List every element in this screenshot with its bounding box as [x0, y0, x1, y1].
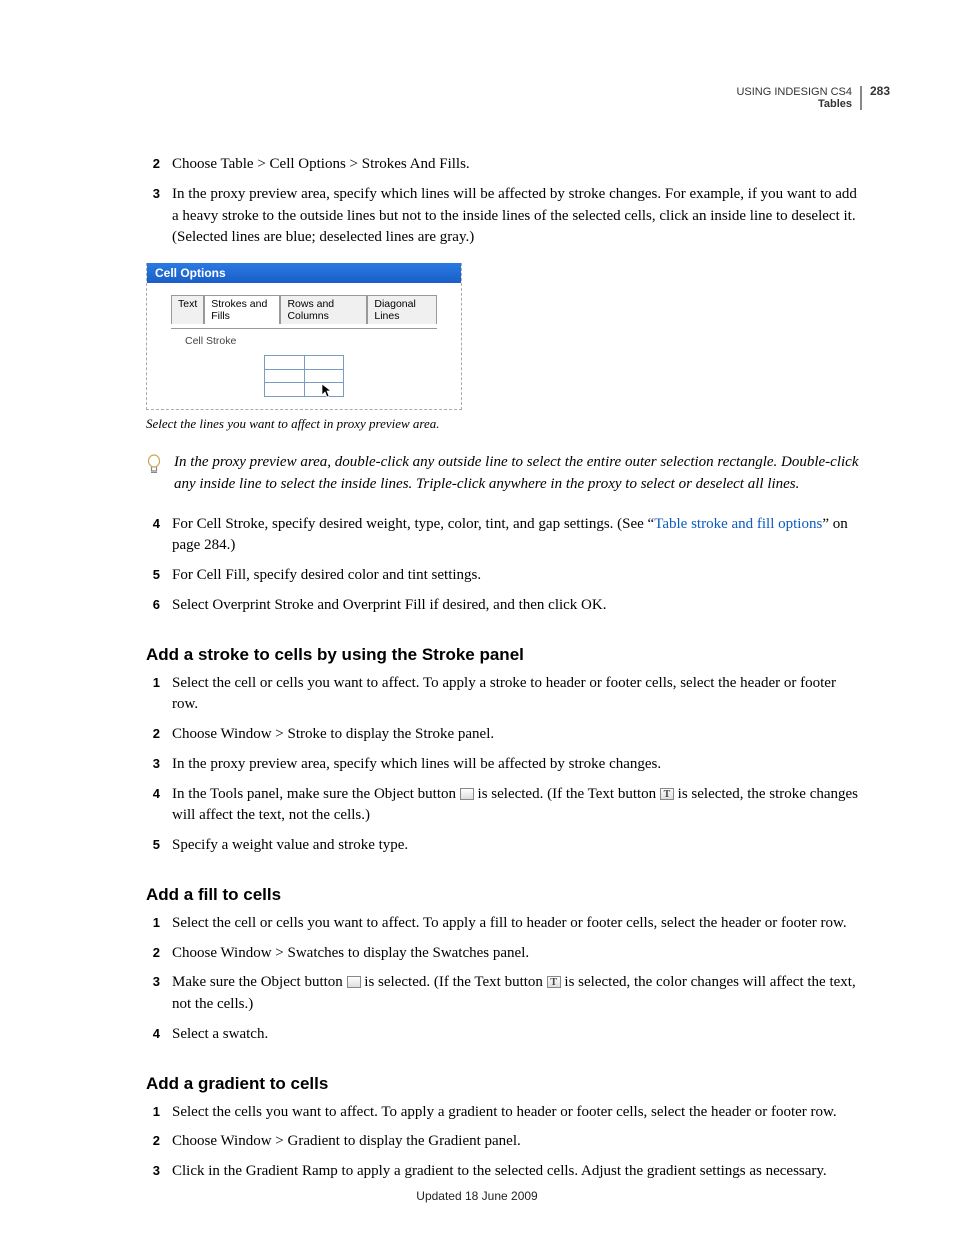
step-text: Click in the Gradient Ramp to apply a gr… [172, 1161, 862, 1183]
step-text: Choose Window > Gradient to display the … [172, 1131, 862, 1153]
tip-text: In the proxy preview area, double-click … [174, 452, 862, 496]
page-footer: Updated 18 June 2009 [0, 1189, 954, 1203]
step-number: 3 [146, 972, 160, 1016]
proxy-preview[interactable] [264, 355, 344, 397]
lightbulb-icon [146, 452, 162, 496]
step-text: Make sure the Object button is selected.… [172, 972, 862, 1016]
step-number: 5 [146, 835, 160, 857]
step-text: Choose Window > Stroke to display the St… [172, 724, 862, 746]
step-text: Choose Table > Cell Options > Strokes An… [172, 154, 862, 176]
step-number: 2 [146, 724, 160, 746]
figure-cell-options: Cell Options Text Strokes and Fills Rows… [146, 263, 462, 410]
step-number: 1 [146, 1102, 160, 1124]
step-number: 2 [146, 154, 160, 176]
step-number: 3 [146, 184, 160, 249]
book-title: USING INDESIGN CS4 [146, 86, 852, 98]
heading-fill-cells: Add a fill to cells [146, 885, 862, 905]
cursor-icon [321, 383, 333, 402]
procedure-d: 1 Select the cells you want to affect. To… [146, 1102, 862, 1183]
dialog-tabs: Text Strokes and Fills Rows and Columns … [147, 283, 461, 328]
procedure-a-part2: 4 For Cell Stroke, specify desired weigh… [146, 514, 862, 617]
step-text: In the Tools panel, make sure the Object… [172, 784, 862, 828]
step-text: In the proxy preview area, specify which… [172, 184, 862, 249]
step-number: 2 [146, 943, 160, 965]
page-number: 283 [870, 84, 890, 98]
page-header: USING INDESIGN CS4 Tables 283 [146, 86, 862, 110]
step-number: 4 [146, 514, 160, 558]
step-text: Select the cell or cells you want to aff… [172, 673, 862, 717]
step-text: Select the cells you want to affect. To … [172, 1102, 862, 1124]
step-number: 4 [146, 1024, 160, 1046]
step-number: 5 [146, 565, 160, 587]
step-text: In the proxy preview area, specify which… [172, 754, 862, 776]
groupbox-label: Cell Stroke [181, 335, 240, 347]
step-number: 1 [146, 913, 160, 935]
tab-diagonal-lines[interactable]: Diagonal Lines [367, 295, 437, 324]
procedure-b: 1 Select the cell or cells you want to af… [146, 673, 862, 857]
groupbox-cell-stroke: Cell Stroke [171, 328, 437, 397]
heading-stroke-panel: Add a stroke to cells by using the Strok… [146, 645, 862, 665]
step-number: 3 [146, 754, 160, 776]
dialog-titlebar: Cell Options [147, 263, 461, 283]
text-button-icon [660, 788, 674, 800]
procedure-c: 1 Select the cell or cells you want to af… [146, 913, 862, 1046]
tab-strokes-fills[interactable]: Strokes and Fills [204, 295, 280, 324]
link-table-stroke-fill-options[interactable]: Table stroke and fill options [654, 516, 822, 532]
figure-caption: Select the lines you want to affect in p… [146, 416, 862, 432]
step-number: 4 [146, 784, 160, 828]
heading-gradient-cells: Add a gradient to cells [146, 1074, 862, 1094]
procedure-a-part1: 2 Choose Table > Cell Options > Strokes A… [146, 154, 862, 249]
object-button-icon [460, 788, 474, 800]
step-text: Choose Window > Swatches to display the … [172, 943, 862, 965]
step-text: For Cell Fill, specify desired color and… [172, 565, 862, 587]
step-text: Specify a weight value and stroke type. [172, 835, 862, 857]
chapter-title: Tables [146, 98, 852, 110]
step-text: Select the cell or cells you want to aff… [172, 913, 862, 935]
step-number: 6 [146, 595, 160, 617]
tab-rows-columns[interactable]: Rows and Columns [280, 295, 367, 324]
step-text: For Cell Stroke, specify desired weight,… [172, 514, 862, 558]
object-button-icon [347, 976, 361, 988]
tab-text[interactable]: Text [171, 295, 204, 324]
step-number: 3 [146, 1161, 160, 1183]
step-text: Select a swatch. [172, 1024, 862, 1046]
step-number: 1 [146, 673, 160, 717]
text-button-icon [547, 976, 561, 988]
tip-block: In the proxy preview area, double-click … [146, 452, 862, 496]
step-text: Select Overprint Stroke and Overprint Fi… [172, 595, 862, 617]
step-number: 2 [146, 1131, 160, 1153]
